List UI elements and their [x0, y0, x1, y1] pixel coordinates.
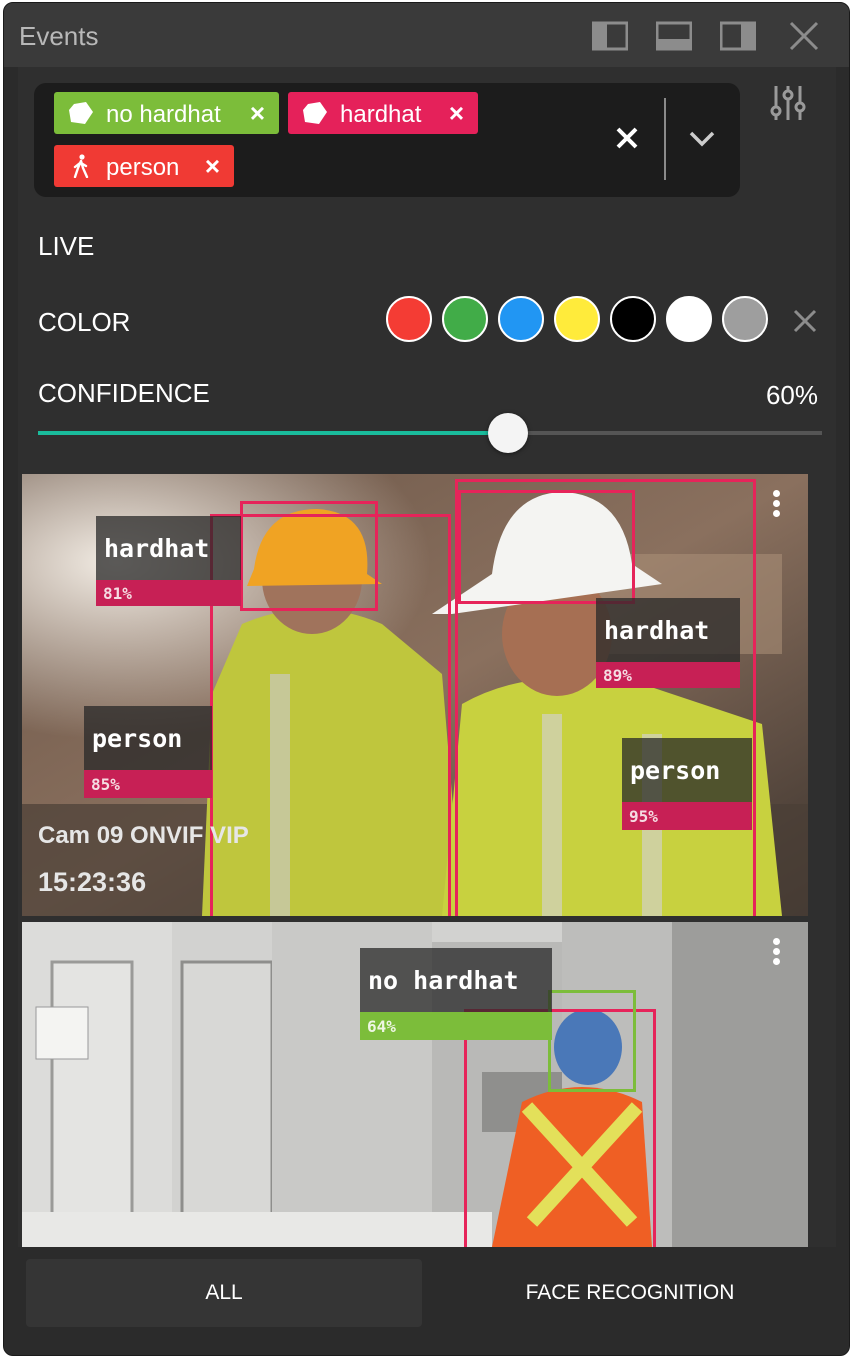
color-swatch[interactable]: [386, 296, 432, 342]
camera-feed[interactable]: no hardhat 64%: [22, 922, 808, 1247]
detection-label: hardhat 81%: [96, 516, 241, 606]
chip-label: person: [106, 154, 180, 181]
bottom-tabs: ALL FACE RECOGNITION: [4, 1247, 849, 1355]
detection-label: hardhat 89%: [596, 598, 740, 688]
live-label[interactable]: LIVE: [38, 231, 94, 262]
color-swatch[interactable]: [666, 296, 712, 342]
tab-face-recognition[interactable]: FACE RECOGNITION: [432, 1259, 828, 1327]
detection-name: hardhat: [596, 598, 740, 662]
divider: [664, 98, 666, 180]
filter-chip-no-hardhat[interactable]: no hardhat ×: [54, 92, 279, 134]
detection-confidence: 81%: [96, 580, 241, 606]
confidence-value: 60%: [765, 380, 818, 410]
detection-label: person 85%: [84, 706, 212, 798]
tab-all[interactable]: ALL: [26, 1259, 422, 1327]
color-swatch[interactable]: [610, 296, 656, 342]
more-options-icon[interactable]: [766, 487, 786, 523]
hardhat-icon: [303, 102, 327, 124]
filter-chip-person[interactable]: person ×: [54, 145, 234, 187]
detection-box[interactable]: [548, 990, 636, 1092]
events-panel: no hardhat × hardhat × person × LIVE COL…: [18, 67, 836, 1247]
dock-bottom-icon[interactable]: [656, 21, 692, 53]
detection-confidence: 85%: [84, 770, 212, 798]
color-swatch[interactable]: [498, 296, 544, 342]
remove-chip-icon[interactable]: ×: [250, 98, 265, 129]
dock-left-icon[interactable]: [592, 21, 628, 53]
chip-label: no hardhat: [106, 101, 221, 128]
camera-feed[interactable]: hardhat 81% person 85% hardhat 89% perso…: [22, 474, 808, 916]
color-swatch[interactable]: [554, 296, 600, 342]
detection-box[interactable]: [210, 514, 451, 916]
filter-chip-hardhat[interactable]: hardhat ×: [288, 92, 478, 134]
detection-confidence: 89%: [596, 662, 740, 688]
detection-label: no hardhat 64%: [360, 948, 552, 1040]
detection-box[interactable]: [455, 479, 756, 916]
hardhat-icon: [69, 102, 93, 124]
camera-name: Cam 09 ONVIF VIP: [38, 822, 249, 849]
window-title: Events: [19, 21, 99, 51]
confidence-slider-track[interactable]: [38, 431, 822, 435]
tune-settings-icon[interactable]: [768, 83, 808, 123]
remove-chip-icon[interactable]: ×: [449, 98, 464, 129]
color-swatch[interactable]: [722, 296, 768, 342]
detection-name: hardhat: [96, 516, 241, 580]
more-options-icon[interactable]: [766, 935, 786, 971]
detection-name: person: [622, 738, 752, 802]
detection-name: person: [84, 706, 212, 770]
close-window-icon[interactable]: [786, 21, 822, 53]
detection-name: no hardhat: [360, 948, 552, 1012]
chevron-down-icon[interactable]: [686, 125, 718, 153]
detection-confidence: 95%: [622, 802, 752, 830]
color-label: COLOR: [38, 307, 131, 337]
events-window: Events no hardhat × hardhat × person × L…: [3, 2, 850, 1356]
filter-box[interactable]: no hardhat × hardhat × person ×: [34, 83, 740, 197]
clear-filters-icon[interactable]: [612, 121, 642, 155]
confidence-slider-fill: [38, 431, 509, 435]
dock-right-icon[interactable]: [720, 21, 756, 53]
chip-label: hardhat: [340, 101, 422, 128]
color-swatch[interactable]: [442, 296, 488, 342]
camera-timestamp: 15:23:36: [38, 867, 147, 897]
person-walking-icon: [73, 154, 89, 178]
remove-chip-icon[interactable]: ×: [205, 151, 220, 182]
confidence-label: CONFIDENCE: [38, 378, 210, 408]
confidence-slider-handle[interactable]: [488, 413, 529, 453]
title-bar: Events: [4, 3, 849, 67]
detection-confidence: 64%: [360, 1012, 552, 1040]
detection-label: person 95%: [622, 738, 752, 830]
clear-color-icon[interactable]: [790, 306, 820, 336]
